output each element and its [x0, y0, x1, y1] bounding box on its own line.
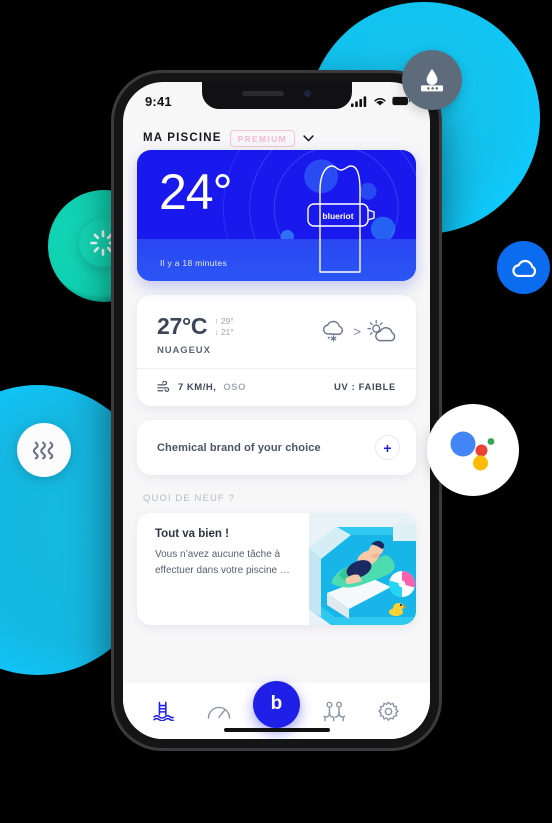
- tab-community[interactable]: [314, 694, 354, 728]
- cellular-signal-icon: [351, 95, 367, 107]
- gauge-icon: [207, 706, 230, 719]
- phone-device: 9:41 MA PISCINE PREMIUM 24° Il y a 18 mi…: [114, 73, 439, 748]
- wifi-icon: [374, 97, 386, 106]
- scene: 9:41 MA PISCINE PREMIUM 24° Il y a 18 mi…: [0, 0, 552, 823]
- weather-condition: NUAGEUX: [157, 345, 211, 356]
- assistant-bubble[interactable]: [427, 404, 519, 496]
- pool-ladder-icon: [153, 701, 175, 721]
- weather-high-low: ↑ 29° ↓ 21°: [214, 313, 233, 339]
- pool-last-updated: Il y a 18 minutes: [160, 258, 227, 268]
- pool-temperature-value: 24°: [159, 164, 233, 220]
- weather-low: ↓ 21°: [214, 327, 234, 338]
- wind-reading: 7 KM/H, OSO: [157, 381, 246, 393]
- cloud-bubble[interactable]: [497, 241, 550, 294]
- news-card-title: Tout va bien !: [155, 528, 229, 540]
- premium-badge: PREMIUM: [229, 129, 295, 147]
- blueriot-sensor-illustration: blueriot: [307, 165, 375, 273]
- news-card-body: Vous n’avez aucune tâche à effectuer dan…: [155, 549, 290, 577]
- wind-direction: OSO: [223, 381, 246, 393]
- device-label: blueriot: [322, 211, 353, 221]
- status-time: 9:41: [145, 93, 172, 109]
- news-section-title: QUOI DE NEUF ?: [143, 493, 235, 504]
- battery-icon: [392, 96, 410, 106]
- weather-card[interactable]: 27°C ↑ 29° ↓ 21° NUAGEUX > 7 KM/H, OSO U…: [137, 295, 416, 406]
- tab-assistant-fab[interactable]: b: [252, 680, 300, 728]
- status-indicators: [351, 95, 410, 107]
- weather-high: ↑ 29°: [214, 316, 234, 326]
- google-assistant-icon: [450, 431, 495, 471]
- uv-index: UV : FAIBLE: [333, 381, 396, 393]
- pool-temperature-card[interactable]: 24° Il y a 18 minutes blueriot: [137, 150, 416, 281]
- weather-forecast-icons: >: [320, 313, 396, 344]
- wind-speed: 7 KM/H,: [178, 381, 217, 393]
- news-card[interactable]: Tout va bien ! Vous n’avez aucune tâche …: [137, 513, 416, 625]
- add-chemical-brand-button[interactable]: +: [375, 435, 400, 460]
- earpiece-speaker: [242, 91, 284, 96]
- forecast-separator: >: [353, 324, 361, 339]
- chevron-down-icon[interactable]: [303, 134, 314, 142]
- tab-settings[interactable]: [369, 694, 409, 728]
- tab-gauge[interactable]: [199, 694, 239, 728]
- weather-card-bottom: 7 KM/H, OSO UV : FAIBLE: [137, 369, 416, 406]
- cloud-icon: [511, 259, 536, 277]
- chemical-brand-label: Chemical brand of your choice: [157, 441, 321, 454]
- cloud-snow-icon: [323, 320, 344, 342]
- front-camera: [304, 90, 311, 97]
- heat-waves-icon: [32, 441, 54, 460]
- weather-card-top: 27°C ↑ 29° ↓ 21° NUAGEUX >: [137, 295, 416, 368]
- community-icon: [323, 701, 346, 721]
- phone-screen: 9:41 MA PISCINE PREMIUM 24° Il y a 18 mi…: [123, 82, 430, 739]
- news-card-illustration: [309, 513, 416, 625]
- news-card-text: Tout va bien ! Vous n’avez aucune tâche …: [137, 513, 309, 625]
- heat-bubble[interactable]: [17, 423, 71, 477]
- page-title: MA PISCINE: [143, 132, 222, 144]
- gear-icon: [378, 701, 400, 721]
- sun-behind-cloud-icon: [367, 319, 396, 342]
- weather-temperature: 27°C: [157, 313, 208, 339]
- home-indicator: [223, 728, 330, 732]
- app-content: MA PISCINE PREMIUM 24° Il y a 18 minutes…: [123, 82, 430, 683]
- pool-float-illustration: [309, 513, 416, 625]
- phone-notch: [201, 82, 352, 109]
- chemical-brand-card[interactable]: Chemical brand of your choice +: [137, 420, 416, 475]
- weather-temp-row: 27°C ↑ 29° ↓ 21°: [157, 313, 320, 340]
- wind-icon: [157, 381, 170, 392]
- tab-pool[interactable]: [144, 694, 184, 728]
- weather-readings: 27°C ↑ 29° ↓ 21° NUAGEUX: [157, 313, 320, 356]
